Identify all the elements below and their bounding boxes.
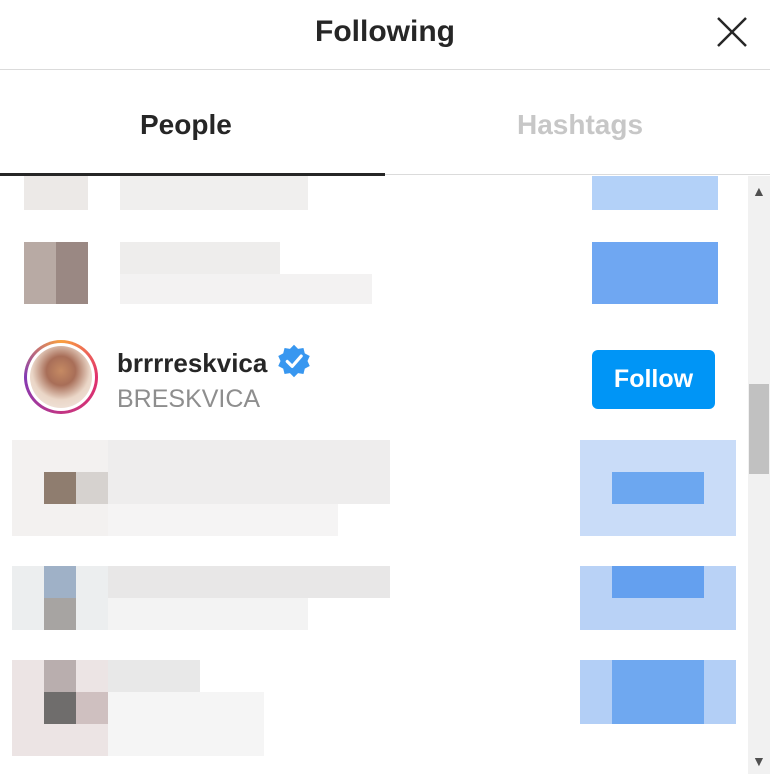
following-list: brrrreskvica BRESKVICA Follow: [0, 176, 748, 774]
avatar: [24, 242, 56, 304]
dialog-header: Following: [0, 0, 770, 70]
avatar[interactable]: [24, 340, 98, 414]
tab-people[interactable]: People: [140, 109, 232, 141]
fullname-blur: [108, 692, 264, 756]
username-blur: [108, 566, 390, 598]
close-icon[interactable]: [712, 12, 752, 52]
fullname-blur: [108, 504, 338, 536]
tab-hashtags[interactable]: Hashtags: [517, 109, 643, 141]
follow-button[interactable]: [592, 176, 718, 210]
list-item[interactable]: brrrreskvica BRESKVICA Follow: [0, 340, 748, 430]
tab-bar: People Hashtags: [0, 71, 770, 176]
username-blur: [108, 440, 390, 504]
scrollbar-thumb[interactable]: [749, 384, 769, 474]
follow-button[interactable]: Follow: [592, 350, 715, 409]
scroll-up-icon[interactable]: ▲: [752, 184, 766, 198]
username-blur: [120, 242, 280, 274]
fullname-blur: [120, 274, 372, 304]
fullname-blur: [108, 598, 308, 630]
avatar-image: [30, 346, 92, 408]
scroll-down-icon[interactable]: ▼: [752, 754, 766, 768]
username-blur: [120, 176, 308, 210]
username[interactable]: brrrreskvica: [117, 348, 267, 379]
scrollbar[interactable]: ▲ ▼: [748, 176, 770, 774]
avatar: [24, 176, 88, 210]
username-blur: [108, 660, 200, 692]
follow-button[interactable]: [592, 242, 718, 304]
full-name: BRESKVICA: [117, 385, 261, 413]
verified-badge-icon: [278, 344, 310, 378]
dialog-title: Following: [315, 15, 455, 48]
